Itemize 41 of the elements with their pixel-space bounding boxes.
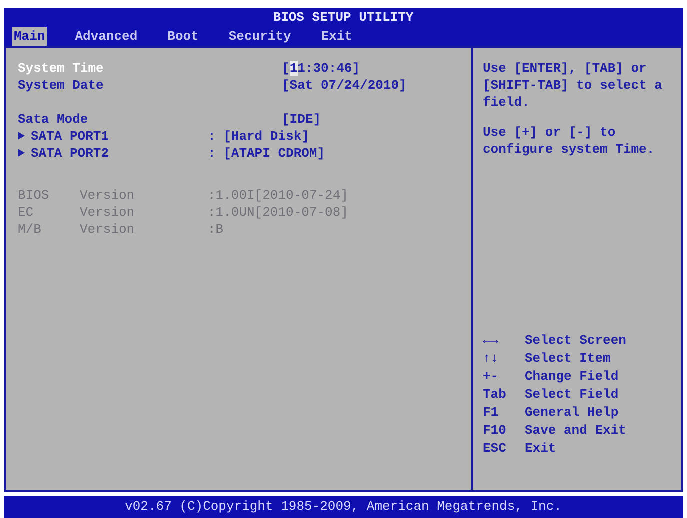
status-bar: v02.67 (C)Copyright 1985-2009, American Megatrends, Inc. [4, 496, 683, 518]
key-label: ←→ [483, 332, 500, 350]
version-name: EC [18, 204, 35, 221]
setting-value[interactable]: [Sat 07/24/2010] [282, 77, 407, 94]
setting-label[interactable]: Sata Mode [18, 111, 282, 128]
title-bar: BIOS SETUP UTILITY [4, 8, 683, 27]
setting-value[interactable]: : [ATAPI CDROM] [208, 145, 326, 162]
setting-label[interactable]: System Date [18, 77, 282, 94]
menu-tab[interactable]: Advanced [73, 26, 140, 46]
setting-label[interactable]: SATA PORT1 [18, 128, 208, 145]
version-name: BIOS [18, 187, 50, 204]
version-value: :B [208, 221, 224, 238]
setting-value[interactable]: : [Hard Disk] [208, 128, 310, 145]
key-label: ESC [483, 440, 508, 458]
help-text: Use [ENTER], [TAB] or [SHIFT-TAB] to select a field. [483, 60, 663, 111]
version-value: :1.0UN[2010-07-08] [208, 204, 348, 221]
menu-tab[interactable]: Boot [166, 26, 201, 46]
key-action: Change Field [525, 368, 619, 386]
version-label: Version [80, 187, 136, 204]
key-action: General Help [525, 404, 619, 422]
version-name: M/B [18, 221, 42, 238]
version-value: :1.00I[2010-07-24] [208, 187, 348, 204]
setting-value[interactable]: [11:30:46] [282, 60, 360, 77]
key-label: F10 [483, 422, 508, 440]
version-label: Version [80, 221, 136, 238]
key-action: Exit [525, 440, 556, 458]
key-action: Select Screen [525, 332, 626, 350]
version-label: Version [80, 204, 136, 221]
key-action: Select Item [525, 350, 611, 368]
key-label: Tab [483, 386, 508, 404]
setting-label[interactable]: SATA PORT2 [18, 145, 208, 162]
help-text: Use [+] or [-] to configure system Time. [483, 124, 656, 158]
setting-value[interactable]: [IDE] [282, 111, 322, 128]
key-action: Save and Exit [525, 422, 626, 440]
menu-tab[interactable]: Exit [319, 26, 354, 46]
menu-tab[interactable]: Security [226, 26, 294, 46]
menu-tab[interactable]: Main [12, 26, 48, 46]
key-label: +- [483, 368, 500, 386]
key-action: Select Field [525, 386, 619, 404]
key-label: F1 [483, 404, 500, 422]
key-label: ↑↓ [483, 350, 500, 368]
